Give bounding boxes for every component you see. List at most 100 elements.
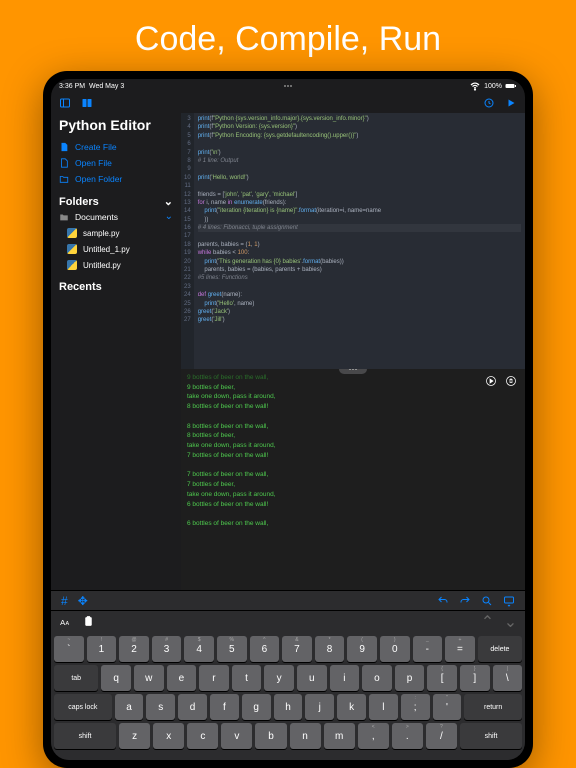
app-title: Python Editor xyxy=(59,117,173,133)
console-play-icon[interactable] xyxy=(485,375,497,387)
key-capslock[interactable]: caps lock xyxy=(54,694,112,720)
key-k[interactable]: k xyxy=(337,694,366,720)
key-e[interactable]: e xyxy=(167,665,197,691)
key-b[interactable]: b xyxy=(255,723,286,749)
font-size-icon[interactable]: AA xyxy=(59,615,72,628)
search-icon[interactable] xyxy=(481,595,493,607)
console-line: take one down, pass it around, xyxy=(187,490,519,500)
key-w[interactable]: w xyxy=(134,665,164,691)
console-trash-icon[interactable] xyxy=(505,375,517,387)
console-line: 7 bottles of beer on the wall, xyxy=(187,470,519,480)
key-u[interactable]: u xyxy=(297,665,327,691)
folders-section-head[interactable]: Folders ⌄ xyxy=(59,195,173,208)
sidebar-toggle-icon[interactable] xyxy=(59,97,71,109)
sync-icon[interactable] xyxy=(483,97,495,109)
key-a[interactable]: a xyxy=(115,694,144,720)
folder-documents[interactable]: Documents ⌄ xyxy=(59,208,173,225)
clipboard-icon[interactable] xyxy=(82,615,95,628)
key-[interactable]: ~` xyxy=(54,636,84,662)
key-3[interactable]: #3 xyxy=(152,636,182,662)
key-p[interactable]: p xyxy=(395,665,425,691)
key-s[interactable]: s xyxy=(146,694,175,720)
key-q[interactable]: q xyxy=(101,665,131,691)
file-item[interactable]: Untitled_1.py xyxy=(59,241,173,257)
key-l[interactable]: l xyxy=(369,694,398,720)
key-[interactable]: :; xyxy=(401,694,430,720)
key-c[interactable]: c xyxy=(187,723,218,749)
recents-label: Recents xyxy=(59,281,102,293)
key-v[interactable]: v xyxy=(221,723,252,749)
undo-icon[interactable] xyxy=(437,595,449,607)
python-file-icon xyxy=(67,260,77,270)
console-line: 8 bottles of beer, xyxy=(187,431,519,441)
folder-name: Documents xyxy=(75,212,118,222)
chevron-up-icon[interactable]: ⌃ xyxy=(481,615,494,628)
key-1[interactable]: !1 xyxy=(87,636,117,662)
key-9[interactable]: (9 xyxy=(347,636,377,662)
key-[interactable]: {[ xyxy=(427,665,457,691)
key-7[interactable]: &7 xyxy=(282,636,312,662)
key-z[interactable]: z xyxy=(119,723,150,749)
screen: 3:36 PM Wed May 3 100% Python Editor xyxy=(51,79,525,760)
key-[interactable]: "' xyxy=(433,694,462,720)
code-pane[interactable]: 3456789101112131415161718192021222324252… xyxy=(181,113,525,369)
key-[interactable]: >. xyxy=(392,723,423,749)
redo-icon[interactable] xyxy=(459,595,471,607)
console-line: 7 bottles of beer on the wall! xyxy=(187,451,519,461)
key-4[interactable]: $4 xyxy=(184,636,214,662)
key-return[interactable]: return xyxy=(464,694,522,720)
key-8[interactable]: *8 xyxy=(315,636,345,662)
key-6[interactable]: ^6 xyxy=(250,636,280,662)
recents-section-head[interactable]: Recents xyxy=(59,281,173,293)
main: Python Editor Create File Open File Open… xyxy=(51,113,525,590)
console-pane[interactable]: 9 bottles of beer on the wall,9 bottles … xyxy=(181,369,525,590)
key-x[interactable]: x xyxy=(153,723,184,749)
key-g[interactable]: g xyxy=(242,694,271,720)
key-5[interactable]: %5 xyxy=(217,636,247,662)
key-2[interactable]: @2 xyxy=(119,636,149,662)
chevron-down-icon[interactable]: ⌄ xyxy=(504,615,517,628)
create-file-action[interactable]: Create File xyxy=(59,139,173,155)
hash-button[interactable]: # xyxy=(61,594,68,608)
key-y[interactable]: y xyxy=(264,665,294,691)
console-line: 8 bottles of beer on the wall, xyxy=(187,422,519,432)
key-[interactable]: }] xyxy=(460,665,490,691)
key-h[interactable]: h xyxy=(274,694,303,720)
open-folder-action[interactable]: Open Folder xyxy=(59,171,173,187)
home-indicator-dots[interactable] xyxy=(284,85,292,87)
key-f[interactable]: f xyxy=(210,694,239,720)
move-button[interactable]: ✥ xyxy=(78,594,88,608)
file-item[interactable]: Untitled.py xyxy=(59,257,173,273)
key-[interactable]: |\ xyxy=(493,665,523,691)
key-[interactable]: ?/ xyxy=(426,723,457,749)
key-d[interactable]: d xyxy=(178,694,207,720)
folders-label: Folders xyxy=(59,196,99,208)
file-item[interactable]: sample.py xyxy=(59,225,173,241)
console-line: 6 bottles of beer on the wall! xyxy=(187,500,519,510)
keyboard-dismiss-icon[interactable] xyxy=(503,595,515,607)
key-[interactable]: _- xyxy=(413,636,443,662)
key-m[interactable]: m xyxy=(324,723,355,749)
key-t[interactable]: t xyxy=(232,665,262,691)
key-o[interactable]: o xyxy=(362,665,392,691)
key-r[interactable]: r xyxy=(199,665,229,691)
open-file-action[interactable]: Open File xyxy=(59,155,173,171)
console-line: take one down, pass it around, xyxy=(187,441,519,451)
key-shift[interactable]: shift xyxy=(54,723,116,749)
code-content[interactable]: print(f"Python {sys.version_info.major}.… xyxy=(194,113,525,369)
key-n[interactable]: n xyxy=(290,723,321,749)
run-icon[interactable] xyxy=(505,97,517,109)
key-tab[interactable]: tab xyxy=(54,665,98,691)
file-icon xyxy=(59,158,69,168)
key-i[interactable]: i xyxy=(330,665,360,691)
key-[interactable]: <, xyxy=(358,723,389,749)
key-[interactable]: += xyxy=(445,636,475,662)
status-date: Wed May 3 xyxy=(89,83,124,90)
key-j[interactable]: j xyxy=(305,694,334,720)
key-0[interactable]: )0 xyxy=(380,636,410,662)
file-name: Untitled.py xyxy=(83,261,121,270)
panels-icon[interactable] xyxy=(81,97,93,109)
key-delete[interactable]: delete xyxy=(478,636,522,662)
console-drag-handle[interactable] xyxy=(339,369,367,374)
key-shift[interactable]: shift xyxy=(460,723,522,749)
